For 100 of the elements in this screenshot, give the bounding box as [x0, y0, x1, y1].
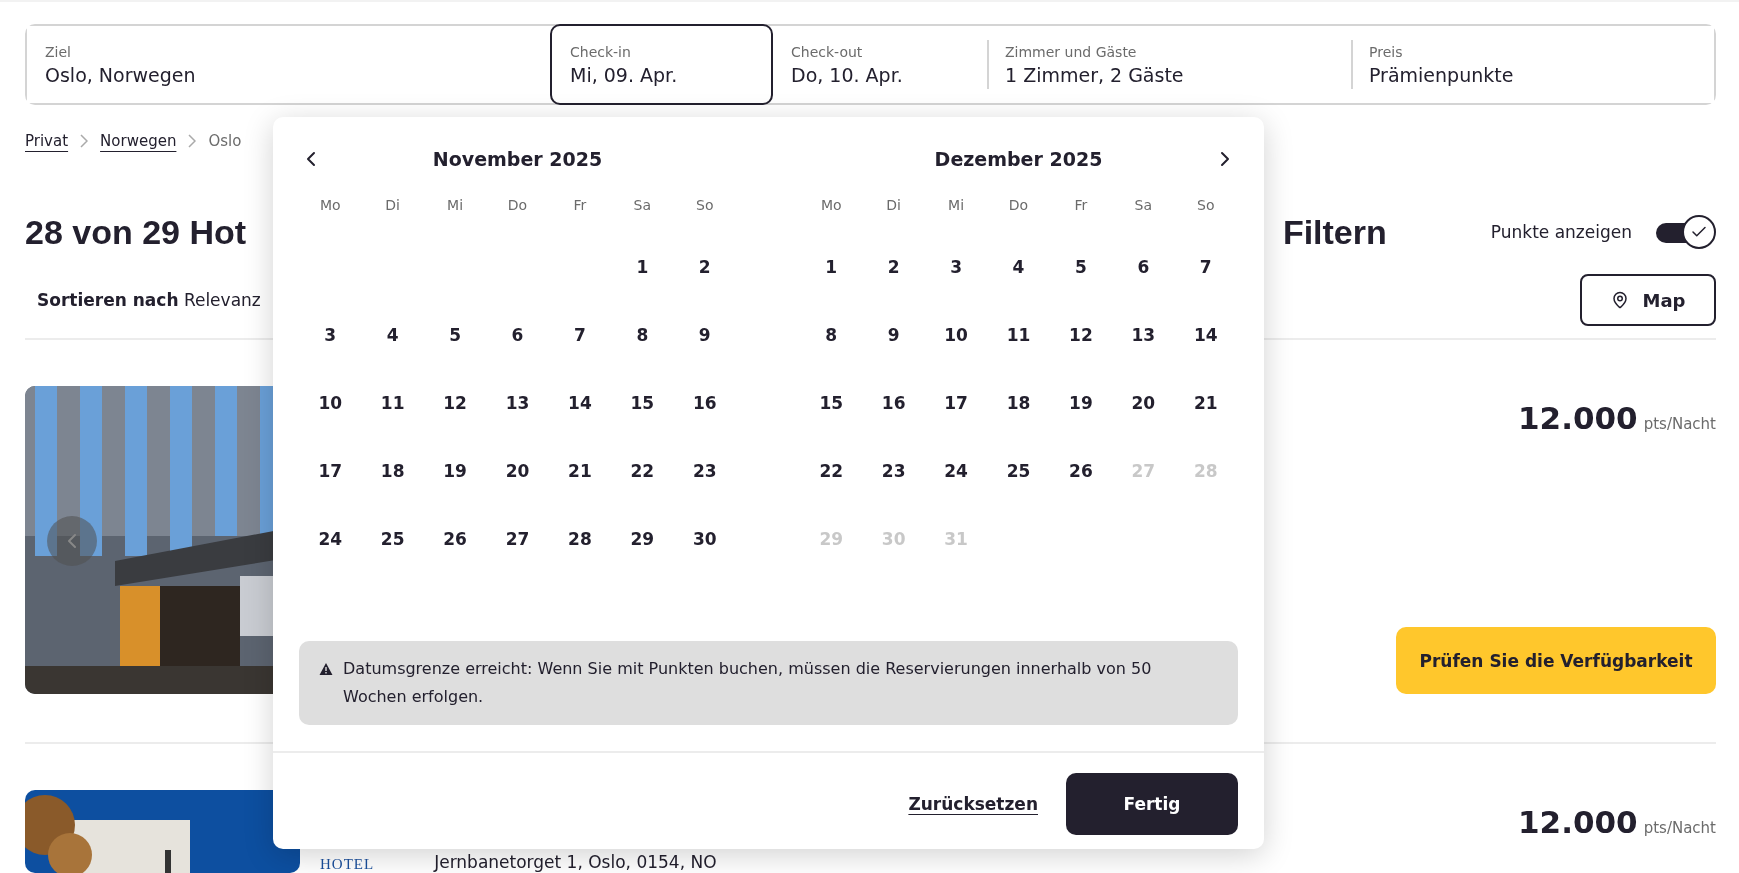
breadcrumb-link[interactable]: Norwegen: [100, 132, 177, 150]
calendar-day[interactable]: 5: [423, 301, 487, 369]
month-title: Dezember 2025: [934, 148, 1103, 170]
calendar-day[interactable]: 11: [361, 369, 424, 437]
calendar-day[interactable]: 22: [800, 437, 863, 505]
field-label: Check-out: [791, 43, 864, 60]
calendar-day[interactable]: 4: [987, 233, 1050, 301]
calendar-day[interactable]: 2: [673, 233, 736, 301]
field-value: Mi, 09. Apr.: [570, 63, 679, 86]
calendar-day[interactable]: 8: [611, 301, 674, 369]
calendar-day[interactable]: 9: [673, 301, 736, 369]
calendar-day[interactable]: 13: [486, 369, 549, 437]
calendar-day[interactable]: 18: [987, 369, 1050, 437]
field-value: Prämienpunkte: [1369, 63, 1515, 86]
reset-link[interactable]: Zurücksetzen: [908, 794, 1038, 814]
weekday-label: So: [1196, 196, 1216, 215]
chevron-right-icon: [188, 134, 197, 148]
calendar-day[interactable]: 15: [611, 369, 674, 437]
calendar-day[interactable]: 28: [548, 505, 612, 573]
calendar-day[interactable]: 14: [548, 369, 612, 437]
calendar-day[interactable]: 30: [673, 505, 736, 573]
price: 12.000: [1518, 804, 1638, 840]
weekday-label: Do: [506, 196, 529, 215]
calendar-day[interactable]: 14: [1174, 301, 1237, 369]
calendar-day[interactable]: 23: [862, 437, 925, 505]
calendar-day[interactable]: 18: [361, 437, 424, 505]
calendar-day[interactable]: 8: [800, 301, 863, 369]
field-label: Preis: [1369, 43, 1404, 60]
breadcrumb-link[interactable]: Privat: [25, 132, 69, 150]
calendar-day[interactable]: 29: [611, 505, 674, 573]
calendar-day[interactable]: 16: [673, 369, 736, 437]
weekday-label: Mo: [318, 196, 342, 215]
map-pin-icon: [1610, 291, 1629, 309]
calendar-day[interactable]: 16: [862, 369, 925, 437]
weekday-label: Fr: [572, 196, 588, 215]
page-title: Filtern: [1282, 212, 1387, 252]
field-label: Ziel: [45, 43, 72, 60]
calendar-day[interactable]: 10: [299, 369, 362, 437]
calendar-day[interactable]: 20: [1112, 369, 1175, 437]
done-button[interactable]: Fertig: [1066, 773, 1238, 835]
calendar-day[interactable]: 1: [800, 233, 863, 301]
calendar-day[interactable]: 21: [548, 437, 612, 505]
calendar-day[interactable]: 3: [924, 233, 988, 301]
calendar-day[interactable]: 6: [1112, 233, 1175, 301]
calendar-day[interactable]: 5: [1049, 233, 1113, 301]
calendar-day[interactable]: 2: [862, 233, 925, 301]
weekday-label: Di: [384, 196, 401, 215]
map-button[interactable]: Map: [1580, 274, 1716, 326]
weekday-label: Di: [885, 196, 902, 215]
previous-button[interactable]: [47, 516, 97, 566]
calendar-day[interactable]: 6: [486, 301, 549, 369]
calendar-day[interactable]: 19: [1049, 369, 1113, 437]
weekday-label: Do: [1007, 196, 1030, 215]
calendar-day[interactable]: 12: [423, 369, 487, 437]
chevron-right-icon: [80, 134, 89, 148]
calendar-day[interactable]: 4: [361, 301, 424, 369]
calendar-day[interactable]: 26: [1049, 437, 1113, 505]
field-label: Check-in: [570, 43, 632, 60]
weekday-label: Mo: [819, 196, 843, 215]
calendar-day[interactable]: 22: [611, 437, 674, 505]
calendar-day[interactable]: 17: [924, 369, 988, 437]
sort-label[interactable]: Sortieren nach Relevanz: [37, 290, 261, 310]
calendar-day[interactable]: 12: [1049, 301, 1113, 369]
calendar-day[interactable]: 25: [361, 505, 424, 573]
price-unit: pts/Nacht: [1643, 819, 1716, 837]
weekday-label: Fr: [1073, 196, 1089, 215]
breadcrumb-link[interactable]: Oslo: [208, 132, 242, 150]
calendar-day[interactable]: 25: [987, 437, 1050, 505]
calendar-day[interactable]: 24: [924, 437, 988, 505]
weekday-label: Sa: [1133, 196, 1154, 215]
page-title: 28 von 29 Hot: [25, 212, 247, 252]
weekday-label: Sa: [632, 196, 653, 215]
search-field[interactable]: Check-in Mi, 09. Apr.: [550, 24, 773, 105]
calendar-day[interactable]: 26: [423, 505, 487, 573]
field-label: Zimmer und Gäste: [1005, 43, 1138, 60]
points-toggle[interactable]: [1656, 215, 1716, 249]
field-value: Do, 10. Apr.: [791, 63, 904, 86]
calendar-day[interactable]: 11: [987, 301, 1050, 369]
calendar-day[interactable]: 20: [486, 437, 549, 505]
calendar-day[interactable]: 15: [800, 369, 863, 437]
check-availability-button[interactable]: Prüfen Sie die Verfügbarkeit: [1396, 627, 1716, 694]
calendar-day[interactable]: 17: [299, 437, 362, 505]
hotel-address: Jernbanetorget 1, Oslo, 0154, NO: [434, 852, 717, 872]
calendar-day[interactable]: 3: [299, 301, 362, 369]
calendar-day[interactable]: 19: [423, 437, 487, 505]
weekday-label: So: [695, 196, 715, 215]
calendar-day[interactable]: 7: [1174, 233, 1237, 301]
calendar-day[interactable]: 23: [673, 437, 736, 505]
calendar-day[interactable]: 9: [862, 301, 925, 369]
calendar-day[interactable]: 13: [1112, 301, 1175, 369]
search-field[interactable]: Preis Prämienpunkte: [1351, 26, 1714, 103]
calendar-day[interactable]: 21: [1174, 369, 1237, 437]
calendar-day[interactable]: 10: [924, 301, 988, 369]
alert-text: Datumsgrenze erreicht: Wenn Sie mit Punkten buchen, müssen die Reservierungen innerhalb von 50 Wochen erfolgen.: [343, 658, 1153, 708]
month-title: November 2025: [432, 148, 603, 170]
calendar-day[interactable]: 27: [486, 505, 549, 573]
calendar-day[interactable]: 7: [548, 301, 612, 369]
calendar-day[interactable]: 24: [299, 505, 362, 573]
calendar-day[interactable]: 1: [611, 233, 674, 301]
field-value: Oslo, Norwegen: [45, 63, 197, 86]
